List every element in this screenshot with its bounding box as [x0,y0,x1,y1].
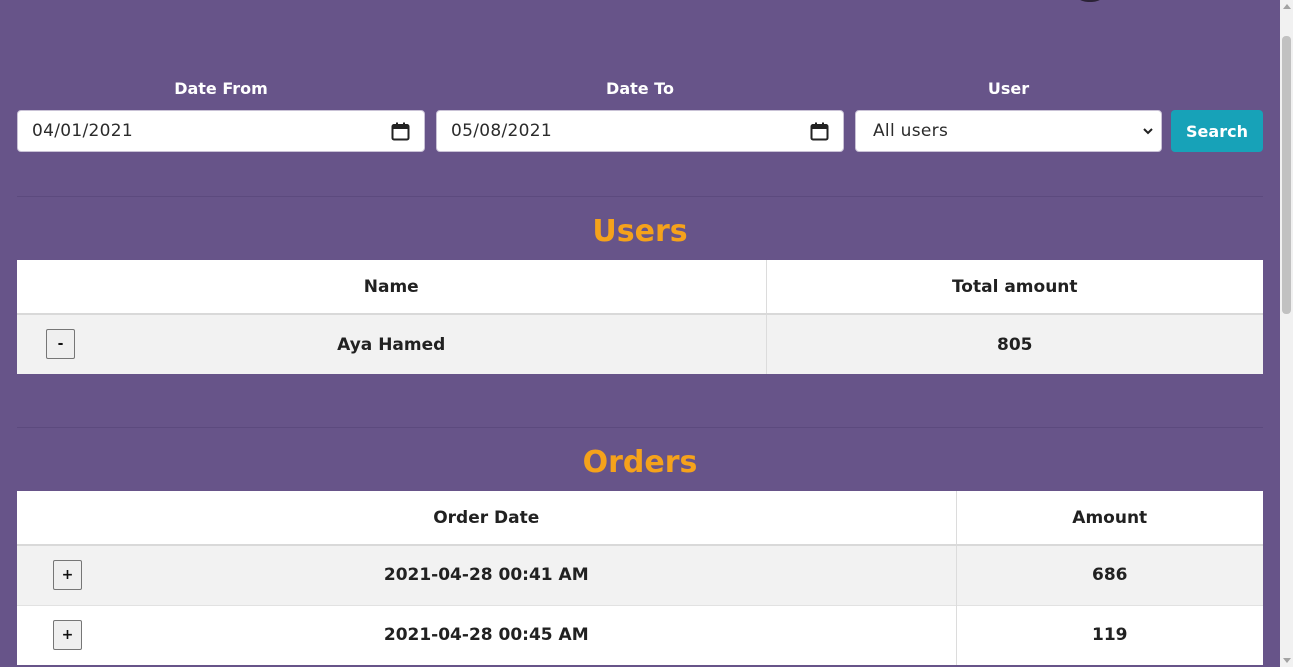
order-date-cell: + 2021-04-28 00:41 AM [17,544,957,605]
table-row: + 2021-04-28 00:45 AM 119 [17,604,1263,665]
divider [17,196,1263,197]
filter-bar: Date From 04/01/2021 Date To 05/08/2021 … [17,78,1263,154]
order-amount-cell: 686 [956,544,1263,605]
table-row: - Aya Hamed 805 [17,313,1263,374]
report-page: Date From 04/01/2021 Date To 05/08/2021 … [0,0,1280,667]
search-button[interactable]: Search [1171,110,1263,152]
order-date: 2021-04-28 00:45 AM [383,625,589,646]
expand-button[interactable]: + [53,560,82,590]
scroll-up-icon[interactable] [1283,4,1291,9]
date-from-input[interactable]: 04/01/2021 [17,110,425,152]
user-select[interactable]: All users [855,110,1162,152]
user-total-cell: 805 [766,313,1263,374]
order-date: 2021-04-28 00:41 AM [383,565,589,586]
calendar-icon[interactable] [810,122,829,141]
expand-button[interactable]: + [53,619,82,650]
date-to-label: Date To [606,79,674,98]
order-date-cell: + 2021-04-28 00:45 AM [17,604,957,665]
user-name-cell: - Aya Hamed [17,313,767,374]
column-header-name: Name [17,260,767,315]
divider [17,427,1263,428]
column-header-order-date: Order Date [17,491,957,546]
scroll-down-icon[interactable] [1283,658,1291,663]
collapse-button[interactable]: - [46,329,75,359]
date-to-value: 05/08/2021 [451,121,552,141]
orders-table: Order Date Amount + 2021-04-28 00:41 AM … [17,491,1263,665]
column-header-total-amount: Total amount [766,260,1263,315]
calendar-icon[interactable] [391,122,410,141]
users-table: Name Total amount - Aya Hamed 805 [17,260,1263,374]
vertical-scrollbar[interactable] [1280,0,1293,667]
order-amount-cell: 119 [956,604,1263,665]
date-to-input[interactable]: 05/08/2021 [436,110,844,152]
user-name: Aya Hamed [337,334,446,355]
user-select-value: All users [873,121,949,141]
users-title: Users [592,214,688,249]
date-from-label: Date From [174,79,268,98]
table-row: + 2021-04-28 00:41 AM 686 [17,544,1263,605]
avatar[interactable] [1072,0,1108,2]
chevron-down-icon [1143,124,1153,138]
column-header-amount: Amount [956,491,1263,546]
user-label: User [987,79,1030,98]
scrollbar-thumb[interactable] [1282,36,1291,314]
date-from-value: 04/01/2021 [32,121,133,141]
orders-title: Orders [582,445,698,480]
